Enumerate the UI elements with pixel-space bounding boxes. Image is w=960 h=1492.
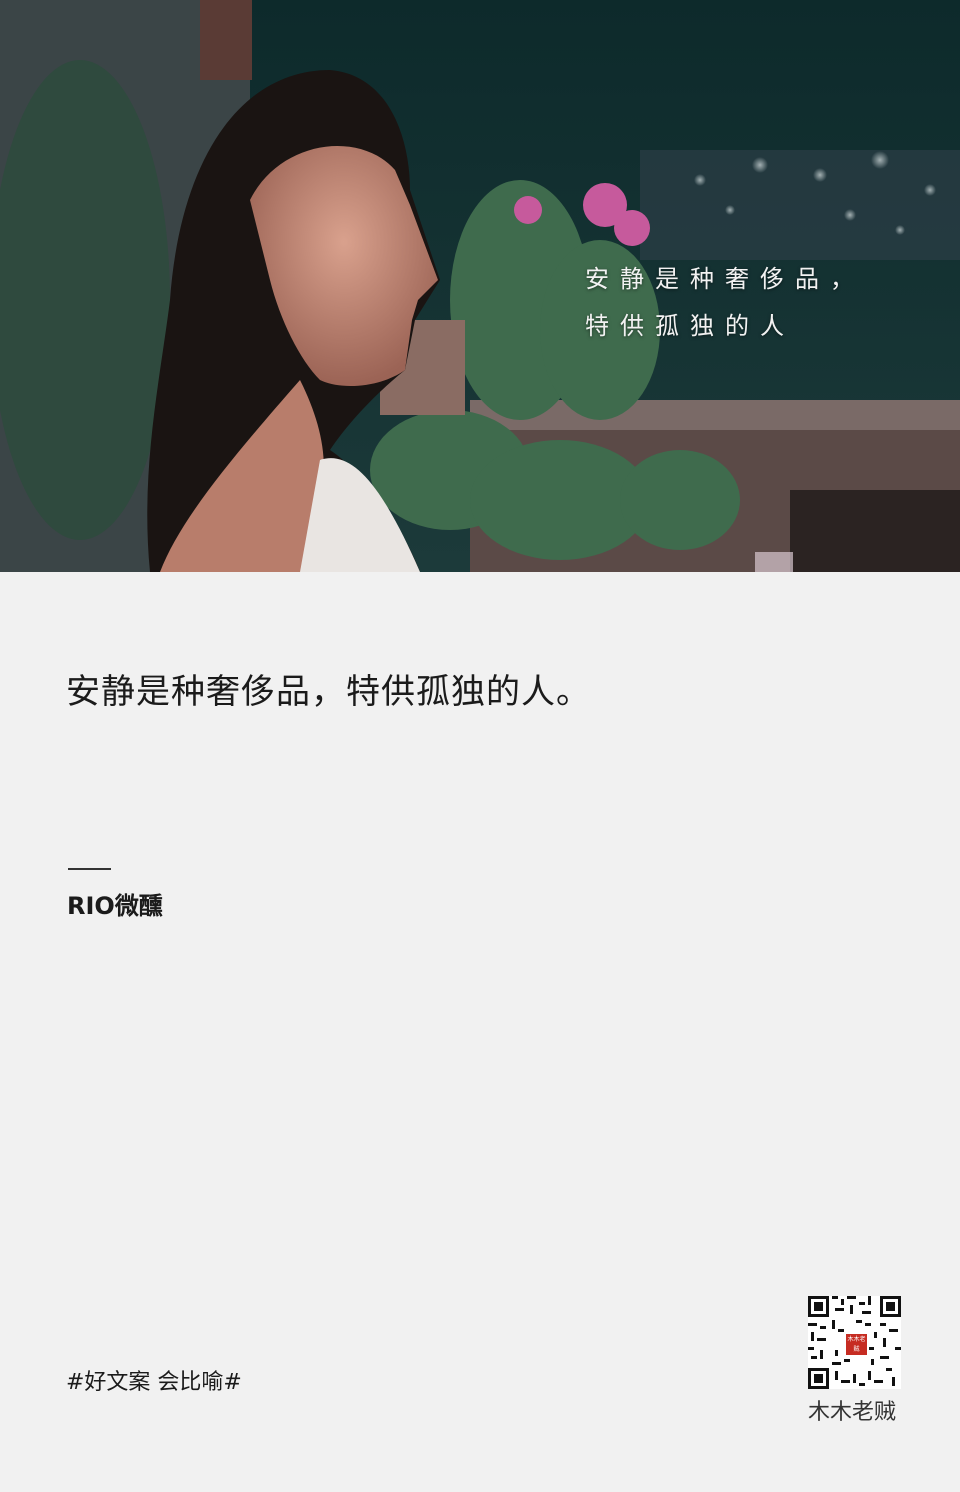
hero-photo: 安静是种奢侈品， 特供孤独的人 — [0, 0, 960, 572]
qr-code[interactable]: 木木老贼 — [808, 1296, 901, 1389]
author-name: 木木老贼 — [808, 1400, 897, 1425]
divider — [68, 868, 111, 870]
photo-caption-line2: 特供孤独的人 — [585, 312, 795, 340]
photo-caption: 安静是种奢侈品， 特供孤独的人 — [585, 256, 865, 350]
hashtag: #好文案 会比喻# — [66, 1370, 242, 1395]
quote-text: 安静是种奢侈品，特供孤独的人。 — [66, 672, 591, 712]
brand-name: RIO微醺 — [67, 892, 163, 920]
seal-text: 木木老贼 — [847, 1336, 866, 1353]
seal-logo: 木木老贼 — [844, 1332, 869, 1357]
photo-caption-line1: 安静是种奢侈品， — [585, 265, 865, 293]
